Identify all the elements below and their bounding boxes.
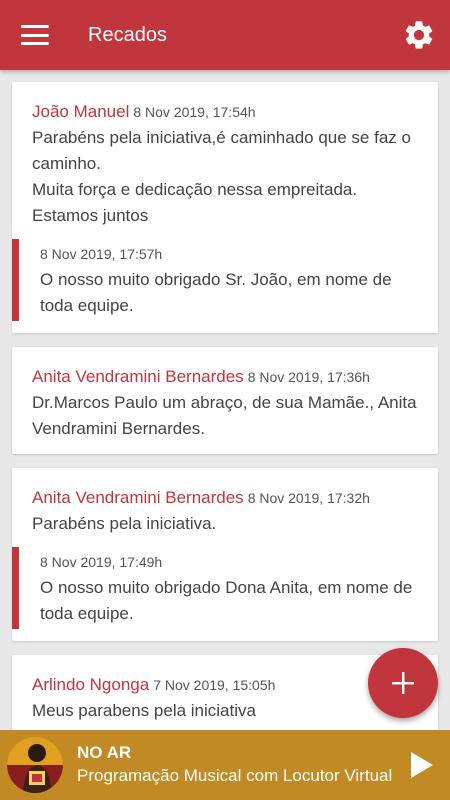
reply-text: O nosso muito obrigado Dona Anita, em no… xyxy=(40,578,413,623)
message-date: 8 Nov 2019, 17:32h xyxy=(247,490,370,506)
page-title: Recados xyxy=(88,23,167,46)
message-author: Arlindo Ngonga xyxy=(32,675,150,694)
reply-text: O nosso muito obrigado Sr. João, em nome… xyxy=(40,270,392,315)
hamburger-menu-icon xyxy=(21,25,49,45)
on-air-label: NO AR xyxy=(77,743,132,762)
plus-icon xyxy=(392,672,414,694)
reply-date: 8 Nov 2019, 17:49h xyxy=(40,554,163,570)
program-cover-image xyxy=(7,737,63,793)
reply-block: 8 Nov 2019, 17:57h O nosso muito obrigad… xyxy=(12,239,438,321)
message-text: Parabéns pela iniciativa. xyxy=(32,514,217,533)
message-text: Dr.Marcos Paulo um abraço, de sua Mamãe.… xyxy=(32,393,417,438)
menu-button[interactable] xyxy=(0,0,70,70)
message-text: Meus parabens pela iniciativa xyxy=(32,701,256,720)
program-title: Programação Musical com Locutor Virtual xyxy=(77,766,393,785)
message-date: 8 Nov 2019, 17:36h xyxy=(247,369,370,385)
reply-block: 8 Nov 2019, 17:49h O nosso muito obrigad… xyxy=(12,547,438,629)
play-button[interactable] xyxy=(394,730,450,800)
message-card: Anita Vendramini Bernardes 8 Nov 2019, 17… xyxy=(12,347,438,454)
settings-button[interactable] xyxy=(388,0,450,70)
message-author: Anita Vendramini Bernardes xyxy=(32,488,244,507)
message-author: Anita Vendramini Bernardes xyxy=(32,367,244,386)
message-card: Anita Vendramini Bernardes 8 Nov 2019, 17… xyxy=(12,468,438,641)
play-icon xyxy=(411,752,433,778)
message-card: João Manuel 8 Nov 2019, 17:54h Parabéns p… xyxy=(12,82,438,333)
messages-feed[interactable]: João Manuel 8 Nov 2019, 17:54h Parabéns p… xyxy=(0,70,450,730)
message-date: 8 Nov 2019, 17:54h xyxy=(133,104,256,120)
gear-icon xyxy=(405,21,433,49)
radio-player-bar[interactable]: NO AR Programação Musical com Locutor Vi… xyxy=(0,730,450,800)
message-author: João Manuel xyxy=(32,102,130,121)
app-bar: Recados xyxy=(0,0,450,70)
reply-date: 8 Nov 2019, 17:57h xyxy=(40,246,163,262)
add-message-button[interactable] xyxy=(368,648,438,718)
message-text: Parabéns pela iniciativa,é caminhado que… xyxy=(32,128,411,225)
message-date: 7 Nov 2019, 15:05h xyxy=(153,677,276,693)
